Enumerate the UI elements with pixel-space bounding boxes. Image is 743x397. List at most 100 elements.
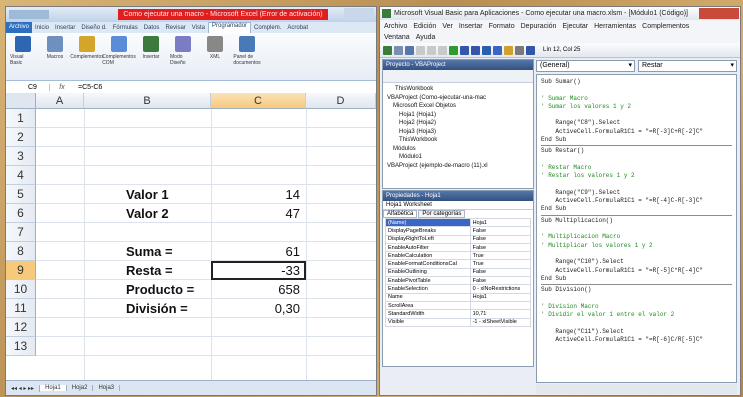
- ribbon-button[interactable]: Panel de documentos: [233, 36, 261, 77]
- project-explorer-toolbar[interactable]: [383, 70, 533, 83]
- sheet-nav-arrows[interactable]: ◂◂ ◂ ▸ ▸▸: [6, 384, 41, 392]
- tab-insertar[interactable]: Insertar: [52, 25, 78, 31]
- tab-frmulas[interactable]: Fórmulas: [110, 25, 141, 31]
- menu-item[interactable]: Insertar: [459, 23, 483, 30]
- ribbon-button[interactable]: Modo Diseño: [170, 36, 196, 77]
- menu-item[interactable]: Ventana: [384, 34, 410, 41]
- property-row[interactable]: StandardWidth 10,71: [385, 309, 532, 319]
- menu-item[interactable]: Depuración: [521, 23, 557, 30]
- row-header[interactable]: 5: [6, 185, 36, 204]
- row-header[interactable]: 1: [6, 109, 36, 128]
- property-value[interactable]: Hoja1: [469, 217, 532, 228]
- row-header[interactable]: 13: [6, 337, 36, 356]
- select-all-corner[interactable]: [6, 93, 36, 109]
- insert-module-icon[interactable]: [394, 45, 403, 55]
- menu-item[interactable]: Formato: [489, 23, 515, 30]
- tab-archivo[interactable]: Archivo: [6, 22, 33, 33]
- design-mode-icon[interactable]: [482, 45, 491, 55]
- menu-item[interactable]: Edición: [413, 23, 436, 30]
- formula-input[interactable]: =C5-C6: [74, 84, 102, 91]
- copy-icon[interactable]: [427, 45, 436, 55]
- row-header[interactable]: 10: [6, 280, 36, 299]
- property-row[interactable]: EnableFormatConditionsCal True: [385, 259, 532, 269]
- cell-b6[interactable]: Valor 2: [126, 204, 169, 223]
- tab-inicio[interactable]: Inicio: [32, 25, 52, 31]
- ribbon-button[interactable]: Insertar: [138, 36, 164, 77]
- property-value[interactable]: 0 - xlNoRestrictions: [469, 284, 532, 294]
- fx-icon[interactable]: fx: [50, 84, 74, 91]
- menu-item[interactable]: Complementos: [642, 23, 689, 30]
- sheet-tab-hoja1[interactable]: Hoja1: [40, 385, 67, 391]
- project-tree-item[interactable]: Hoja1 (Hoja1): [385, 111, 531, 120]
- tab-revisar[interactable]: Revisar: [162, 25, 188, 31]
- tab-datos[interactable]: Datos: [141, 25, 163, 31]
- property-value[interactable]: False: [469, 267, 532, 278]
- code-window-scrollbar[interactable]: [536, 384, 737, 394]
- project-tree-item[interactable]: ThisWorkbook: [385, 85, 531, 94]
- cell-b5[interactable]: Valor 1: [126, 185, 169, 204]
- column-header-b[interactable]: B: [84, 93, 211, 109]
- properties-icon[interactable]: [504, 45, 513, 55]
- ribbon-button[interactable]: Visual Basic: [10, 36, 36, 77]
- column-header-a[interactable]: A: [36, 93, 84, 109]
- property-row[interactable]: ScrollArea: [385, 300, 532, 311]
- tab-programador[interactable]: Programador: [208, 22, 252, 33]
- property-row[interactable]: (Name) Hoja1: [385, 217, 532, 228]
- ribbon-button[interactable]: Complementos COM: [102, 36, 136, 77]
- properties-tab[interactable]: Alfabética: [383, 210, 418, 218]
- property-value[interactable]: Hoja1: [469, 292, 532, 302]
- project-tree-item[interactable]: Microsoft Excel Objetos: [385, 102, 531, 111]
- property-row[interactable]: EnableAutoFilter False: [385, 242, 532, 253]
- project-explorer-icon[interactable]: [493, 45, 502, 55]
- property-value[interactable]: 10,71: [469, 309, 532, 319]
- property-row[interactable]: EnableCalculation True: [385, 251, 532, 261]
- menu-item[interactable]: Ver: [442, 23, 453, 30]
- property-row[interactable]: EnableSelection 0 - xlNoRestrictions: [385, 284, 532, 294]
- cell-b8[interactable]: Suma =: [126, 242, 173, 261]
- property-value[interactable]: True: [469, 259, 532, 269]
- cell-c10[interactable]: 658: [230, 280, 300, 299]
- property-row[interactable]: Name Hoja1: [385, 292, 532, 302]
- properties-object-select[interactable]: Hoja1 Worksheet: [383, 201, 533, 210]
- menu-item[interactable]: Ayuda: [416, 34, 436, 41]
- row-header[interactable]: 2: [6, 128, 36, 147]
- menu-item[interactable]: Herramientas: [594, 23, 636, 30]
- tab-vista[interactable]: Vista: [189, 25, 208, 31]
- property-value[interactable]: True: [469, 251, 532, 261]
- cell-b9[interactable]: Resta =: [126, 261, 173, 280]
- tab-diseod[interactable]: Diseño d.: [78, 25, 109, 31]
- cell-c6[interactable]: 47: [230, 204, 300, 223]
- cell-c11[interactable]: 0,30: [230, 299, 300, 318]
- cut-icon[interactable]: [416, 45, 425, 55]
- active-cell-c9[interactable]: [211, 261, 306, 280]
- window-controls[interactable]: [699, 8, 739, 19]
- column-header-d[interactable]: D: [306, 93, 376, 109]
- property-value[interactable]: [469, 300, 532, 311]
- project-tree-item[interactable]: VBAProject (ejemplo-de-macro (11).xl: [385, 162, 531, 171]
- sheet-tab-hoja2[interactable]: Hoja2: [67, 385, 94, 391]
- tab-complem[interactable]: Complem.: [251, 25, 284, 31]
- project-tree-item[interactable]: Módulos: [385, 145, 531, 154]
- property-row[interactable]: Visible -1 - xlSheetVisible: [385, 317, 532, 327]
- ribbon-button[interactable]: Complementos: [70, 36, 104, 77]
- quick-access-toolbar[interactable]: [9, 10, 49, 19]
- row-header[interactable]: 8: [6, 242, 36, 261]
- procedure-combo[interactable]: Restar: [638, 60, 737, 72]
- cell-c5[interactable]: 14: [230, 185, 300, 204]
- property-value[interactable]: False: [469, 242, 532, 253]
- property-row[interactable]: EnableOutlining False: [385, 267, 532, 278]
- project-tree-item[interactable]: ThisWorkbook: [385, 136, 531, 145]
- properties-tab[interactable]: Por categorías: [418, 210, 466, 218]
- row-header[interactable]: 11: [6, 299, 36, 318]
- project-tree-item[interactable]: Módulo1: [385, 153, 531, 162]
- menu-item[interactable]: Archivo: [384, 23, 407, 30]
- ribbon-button[interactable]: Macros: [42, 36, 68, 77]
- tab-acrobat[interactable]: Acrobat: [284, 25, 311, 31]
- code-editor[interactable]: Sub Sumar() ' Sumar Macro ' Sumar los valo…: [536, 74, 737, 383]
- object-combo[interactable]: (General): [536, 60, 635, 72]
- property-value[interactable]: -1 - xlSheetVisible: [469, 317, 532, 327]
- property-value[interactable]: False: [469, 276, 532, 286]
- row-header[interactable]: 9: [6, 261, 36, 280]
- property-value[interactable]: False: [469, 234, 532, 244]
- row-header[interactable]: 3: [6, 147, 36, 166]
